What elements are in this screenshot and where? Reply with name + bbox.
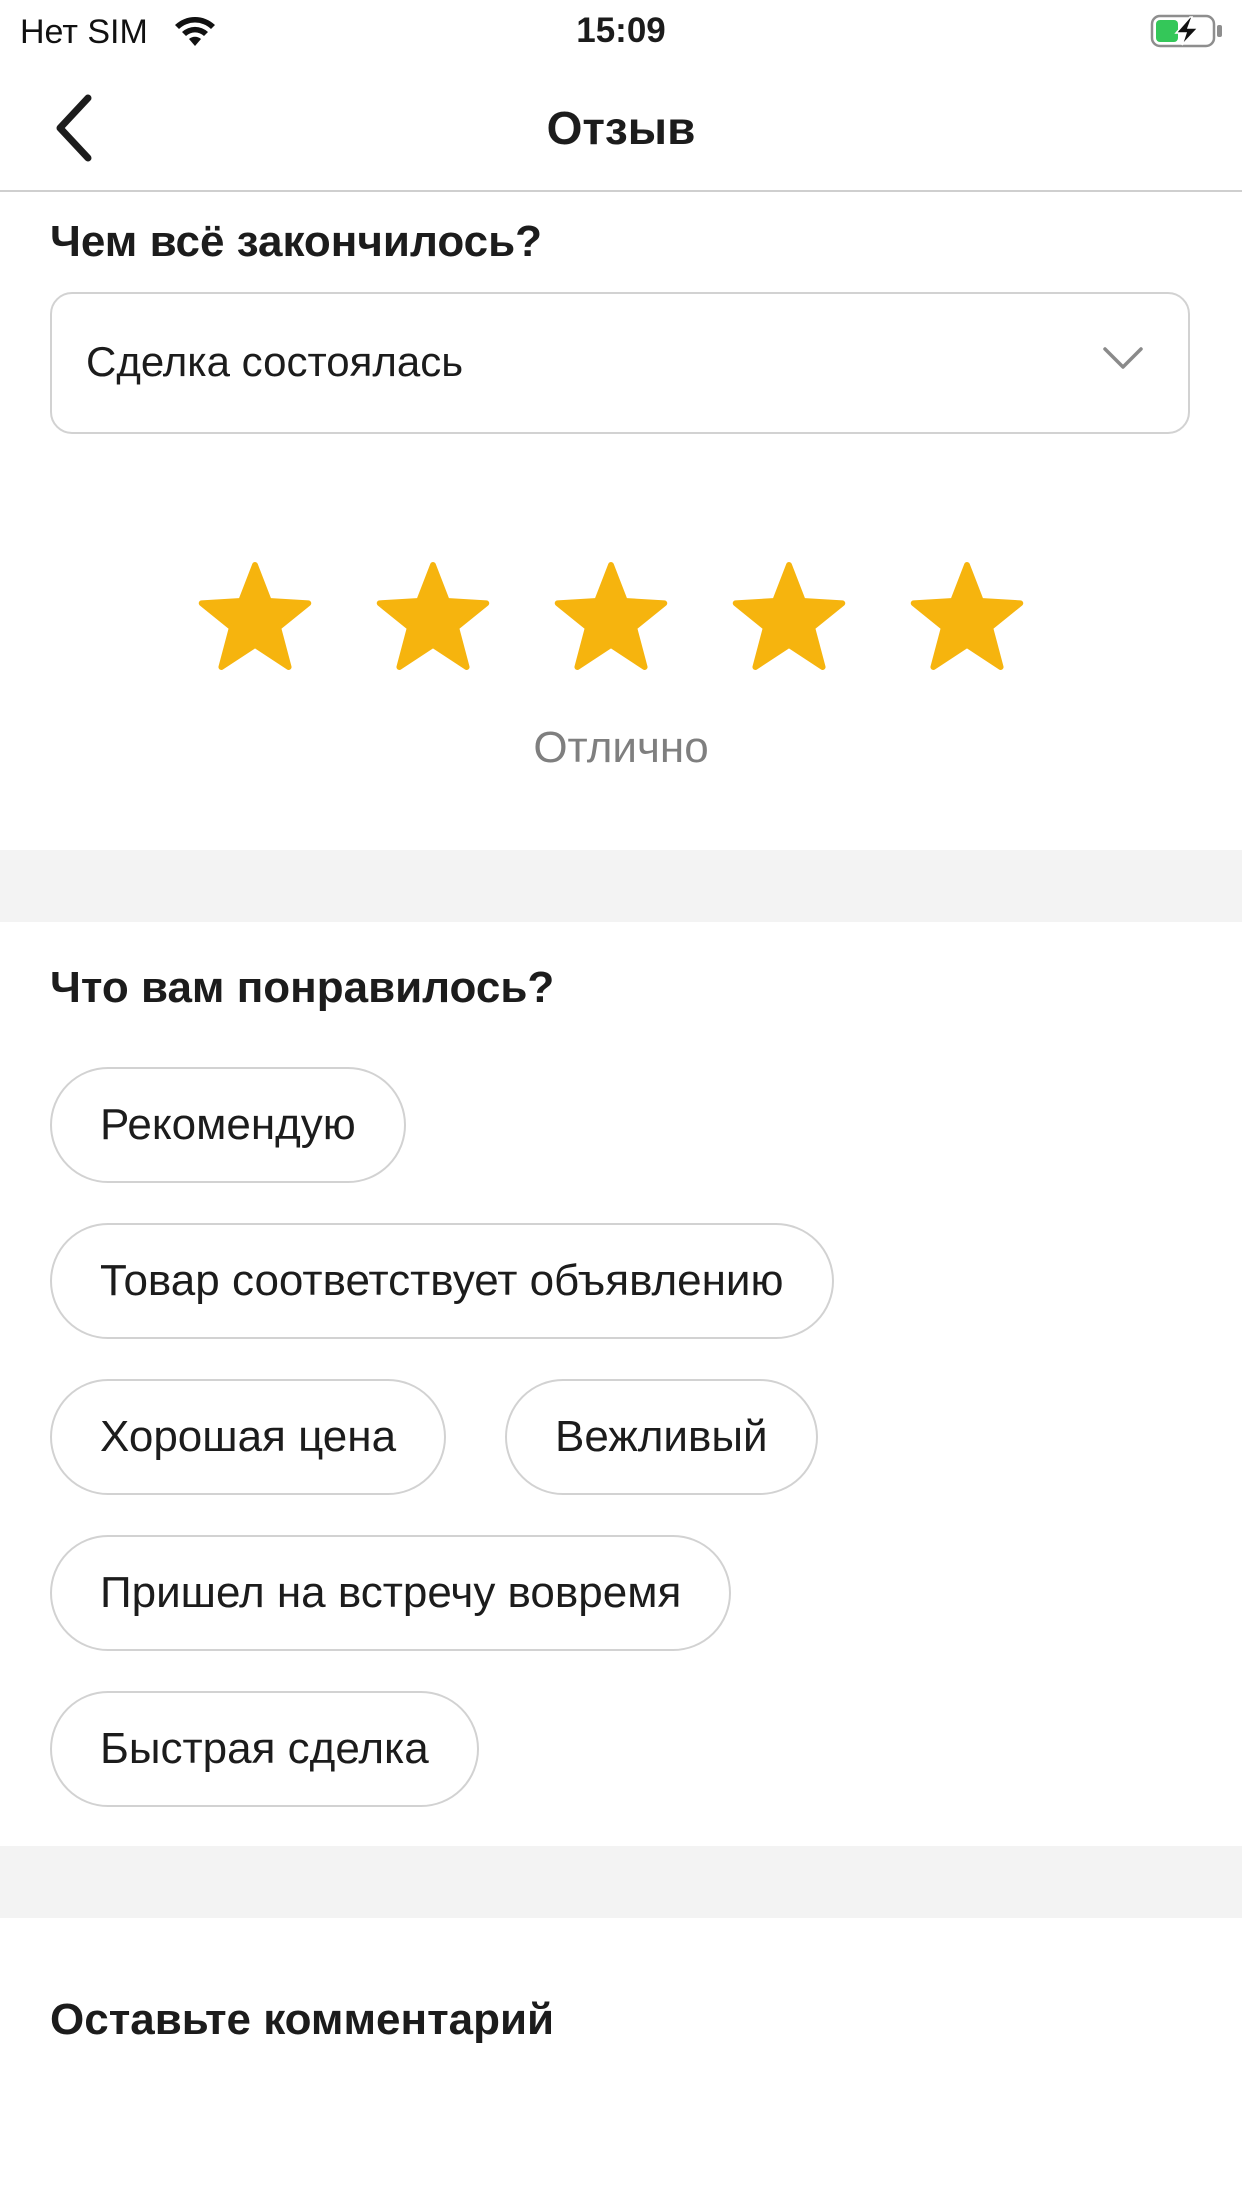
chip-recommend[interactable]: Рекомендую [50,1067,406,1183]
battery-charging-icon [1150,14,1222,48]
liked-question: Что вам понравилось? [50,963,555,1012]
page-title: Отзыв [546,102,696,154]
comment-title: Оставьте комментарий [50,1995,555,2044]
chevron-left-icon [56,94,92,162]
section-divider [0,1846,1242,1918]
section-divider [0,850,1242,922]
outcome-question: Чем всё закончилось? [50,217,543,266]
outcome-select-value: Сделка состоялась [86,338,464,385]
star-rating [0,560,1242,680]
outcome-select[interactable]: Сделка состоялась [50,292,1190,434]
star-icon[interactable] [731,560,847,672]
chip-item-matches-ad[interactable]: Товар соответствует объявлению [50,1223,834,1339]
star-icon[interactable] [375,560,491,672]
star-icon[interactable] [553,560,669,672]
back-button[interactable] [40,90,112,166]
navigation-bar: Отзыв [0,66,1242,192]
clock: 15:09 [576,11,666,50]
chip-polite[interactable]: Вежливый [505,1379,818,1495]
chip-on-time[interactable]: Пришел на встречу вовремя [50,1535,732,1651]
chip-fast-deal[interactable]: Быстрая сделка [50,1691,479,1807]
status-bar: Нет SIM 15:09 [0,0,1242,66]
chip-good-price[interactable]: Хорошая цена [50,1379,447,1495]
review-screen: Нет SIM 15:09 Отзыв Чем всё закончилось?… [0,0,1242,2208]
chevron-down-icon [1103,347,1143,369]
star-icon[interactable] [909,560,1025,672]
rating-label: Отлично [533,723,709,772]
star-icon[interactable] [197,560,313,672]
